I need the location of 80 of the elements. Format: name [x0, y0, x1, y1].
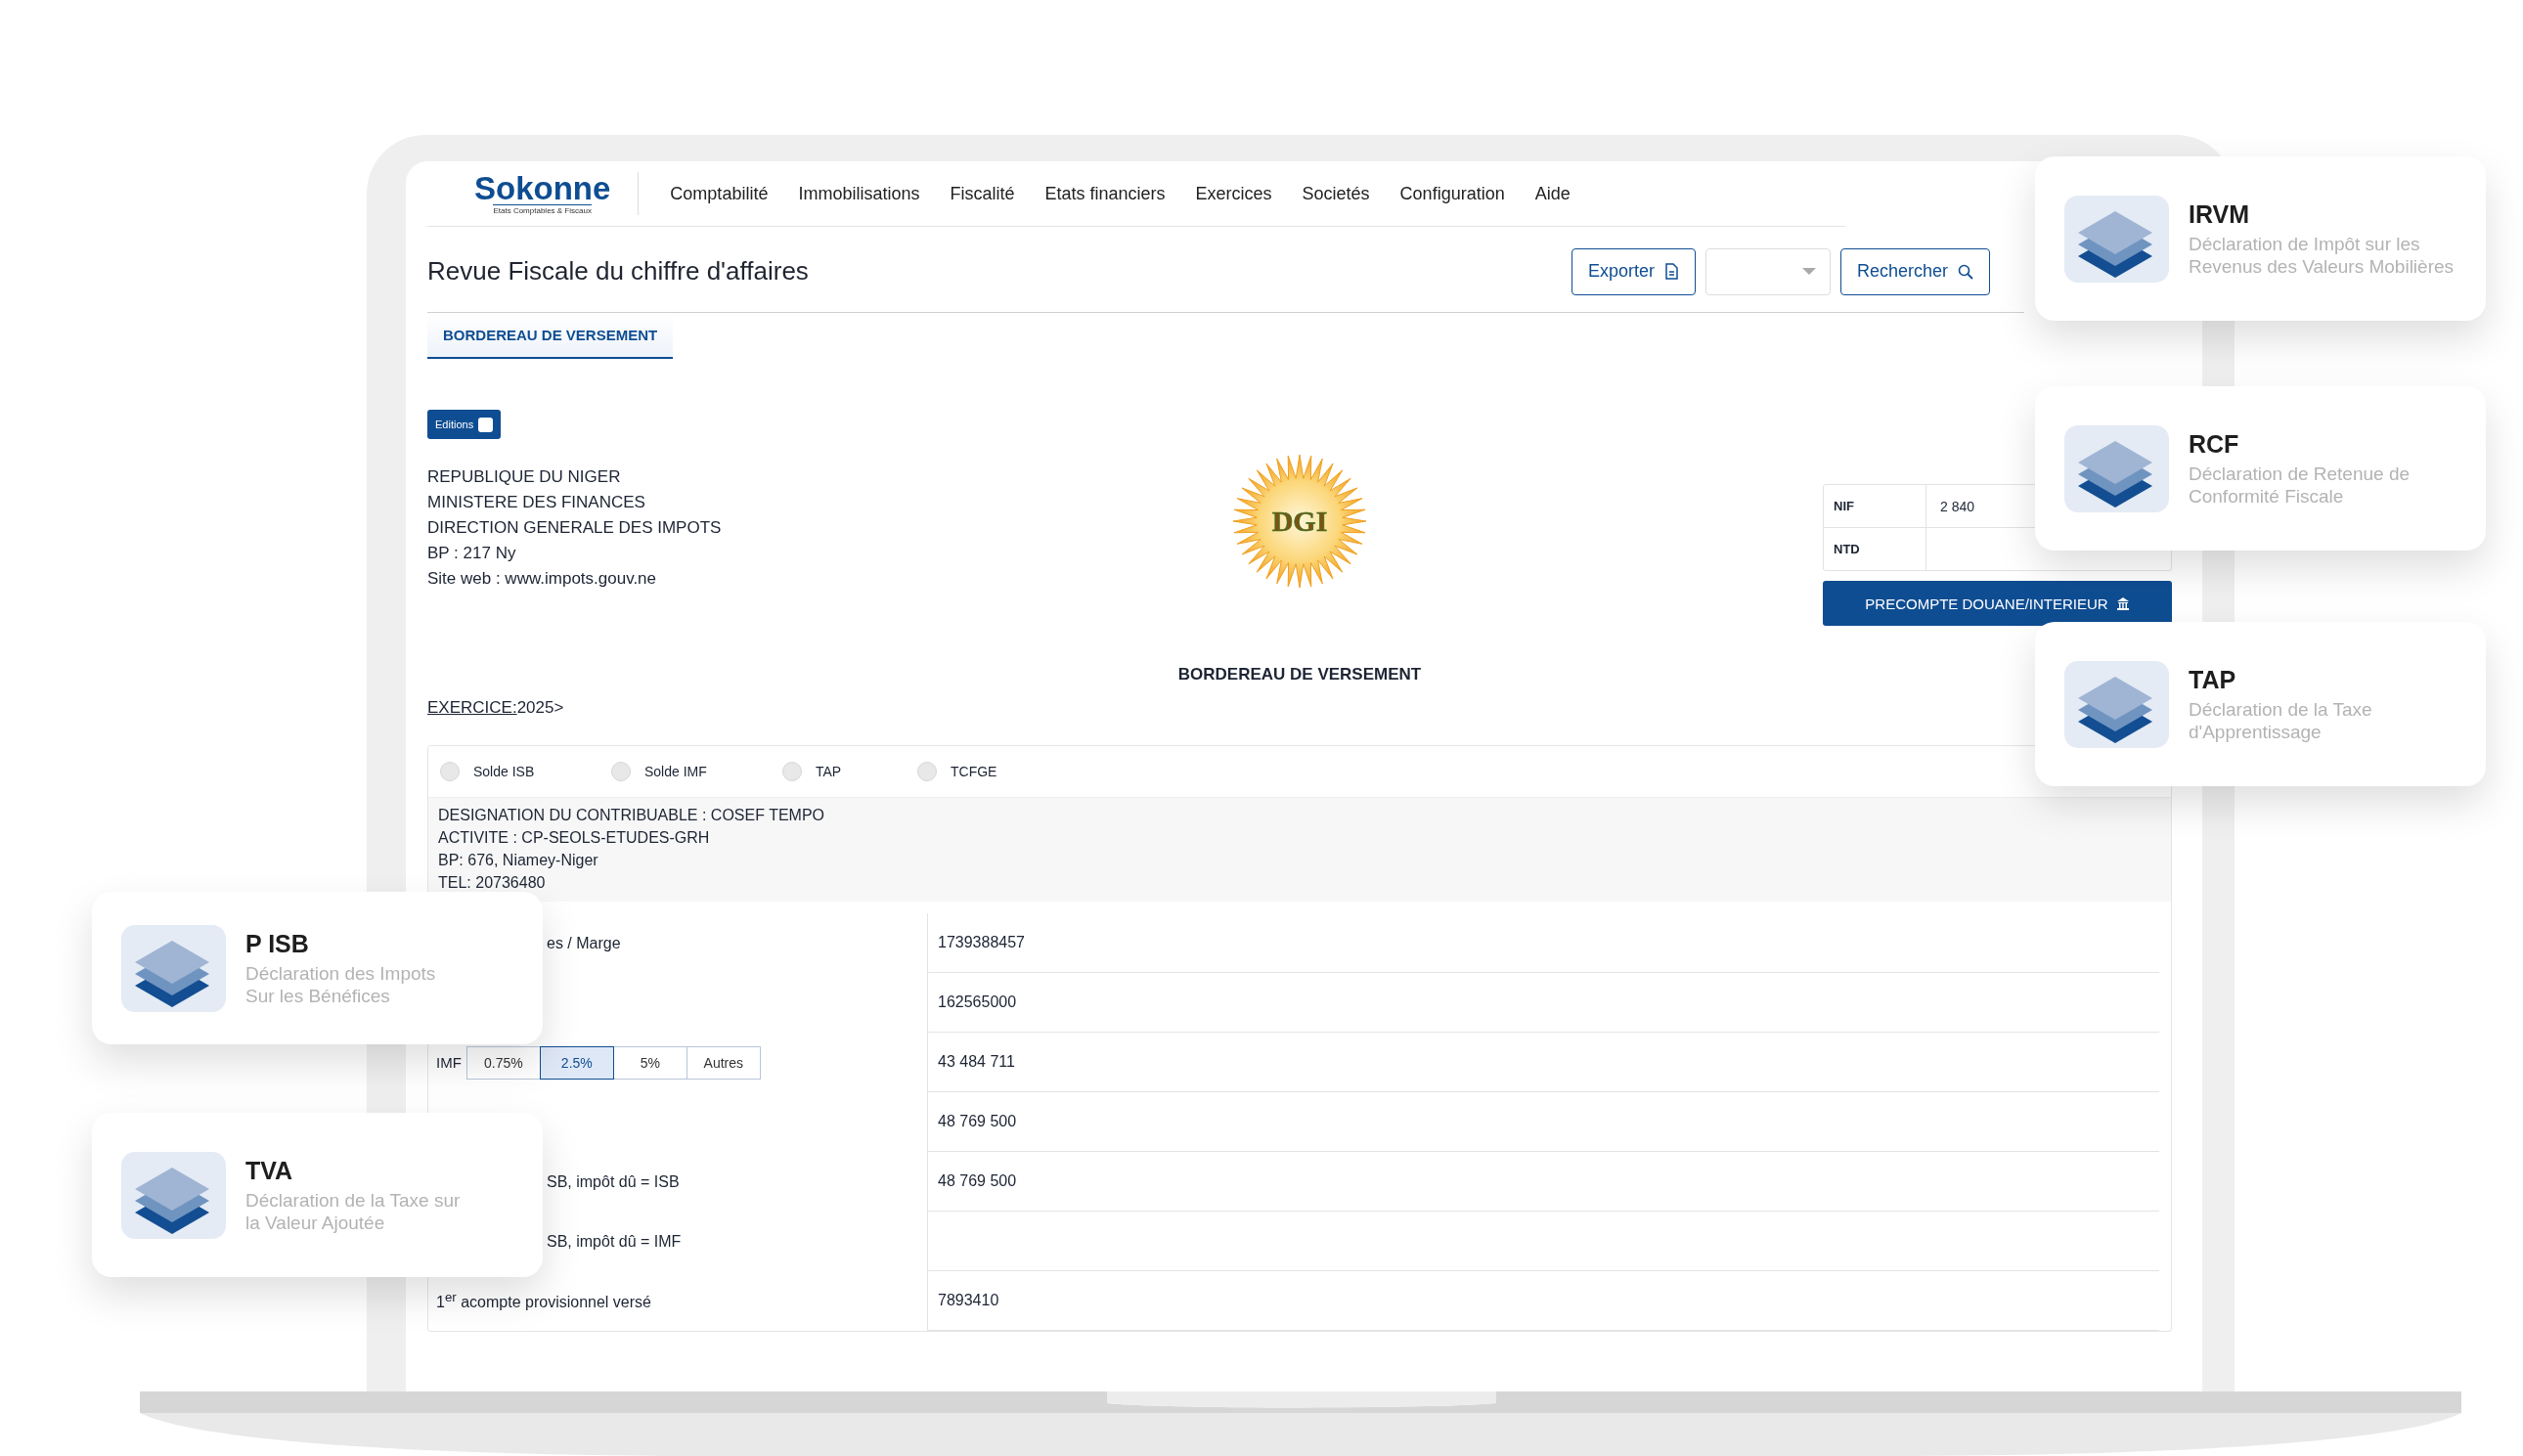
card-description: Déclaration de la Taxe sur la Valeur Ajoutée	[245, 1188, 461, 1234]
field-label: SB, impôt dû = IMF	[547, 1232, 682, 1251]
logo-tagline: Etats Comptables & Fiscaux	[493, 204, 592, 215]
nav-item[interactable]: Configuration	[1399, 183, 1505, 204]
field-label: IMF	[436, 1054, 462, 1071]
card-description: Déclaration de la Taxe d'Apprentissage	[2189, 697, 2372, 743]
caret-icon	[1801, 268, 1816, 275]
card-title: IRVM	[2189, 199, 2251, 229]
card-title: RCF	[2189, 429, 2240, 459]
card-title: TVA	[245, 1156, 294, 1185]
editions-button[interactable]: Editions	[427, 410, 502, 439]
nav-item[interactable]: Aide	[1534, 183, 1571, 204]
field-value: 48 769 500	[938, 1113, 1017, 1130]
info-line: DESIGNATION DU CONTRIBUABLE : COSEF TEMPO	[438, 806, 825, 825]
table-value: 2 840	[1939, 497, 1976, 516]
feature-card[interactable]: TAP Déclaration de la Taxe d'Apprentissage	[2035, 622, 2486, 786]
exercise-value: 2025>	[516, 698, 564, 718]
card-title: P ISB	[245, 929, 310, 958]
section-heading: BORDEREAU DE VERSEMENT	[1176, 665, 1423, 684]
bank-icon	[2115, 596, 2130, 610]
address-line: DIRECTION GENERALE DES IMPOTS	[427, 517, 723, 539]
page-title: Revue Fiscale du chiffre d'affaires	[427, 256, 809, 287]
feature-card[interactable]: IRVM Déclaration de Impôt sur les Revenus des Valeurs Mobilières	[2035, 156, 2486, 321]
option-label[interactable]: TCFGE	[951, 764, 997, 779]
search-button[interactable]: Rechercher	[1839, 247, 1990, 295]
nav-item[interactable]: Fiscalité	[950, 183, 1015, 204]
logo[interactable]: Sokonne	[474, 172, 611, 204]
address-line: BP : 217 Ny	[427, 543, 517, 564]
checkbox[interactable]	[478, 417, 494, 432]
field-label: SB, impôt dû = ISB	[547, 1172, 680, 1191]
nav-item[interactable]: Exercices	[1195, 183, 1272, 204]
exercise-link[interactable]: EXERCICE:	[427, 698, 517, 718]
field-value: 7893410	[938, 1292, 999, 1309]
nav-item[interactable]: Etats financiers	[1044, 183, 1166, 204]
search-icon	[1958, 263, 1973, 280]
export-button[interactable]: Exporter	[1571, 247, 1696, 295]
nav-item[interactable]: Immobilisations	[798, 183, 920, 204]
address-line: MINISTERE DES FINANCES	[427, 492, 646, 513]
dropdown[interactable]	[1704, 247, 1831, 295]
field-label: es / Marge	[547, 934, 621, 952]
radio-button[interactable]	[440, 762, 460, 781]
feature-card[interactable]: P ISB Déclaration des Impots Sur les Bénéfices	[92, 892, 543, 1044]
feature-card[interactable]: RCF Déclaration de Retenue de Conformité Fiscale	[2035, 386, 2486, 551]
precompte-button[interactable]: PRECOMPTE DOUANE/INTERIEUR	[1823, 581, 2172, 626]
address-line: REPUBLIQUE DU NIGER	[427, 466, 622, 488]
document-icon	[1663, 263, 1679, 280]
layers-icon	[121, 924, 226, 1012]
nav-item[interactable]: Comptabilité	[670, 183, 769, 204]
table-label: NIF	[1824, 485, 1926, 527]
field-value: 162565000	[938, 993, 1017, 1011]
info-line: TEL: 20736480	[438, 873, 547, 893]
option-label[interactable]: TAP	[816, 764, 842, 779]
address-line: Site web : www.impots.gouv.ne	[427, 568, 657, 590]
info-line: BP: 676, Niamey-Niger	[438, 851, 599, 870]
table-label: NTD	[1824, 528, 1926, 570]
layers-icon	[2064, 660, 2169, 748]
card-description: Déclaration de Impôt sur les Revenus des Valeurs Mobilières	[2189, 232, 2455, 278]
card-description: Déclaration de Retenue de Conformité Fiscale	[2189, 462, 2411, 507]
rate-button[interactable]: 5%	[612, 1045, 687, 1080]
field-value: 48 769 500	[938, 1172, 1017, 1190]
option-label[interactable]: Solde ISB	[473, 764, 535, 779]
radio-button[interactable]	[917, 762, 937, 781]
field-label: 1$^{er}$ acompte provisionnel versé	[436, 1290, 651, 1312]
nav-item[interactable]: Societés	[1302, 183, 1370, 204]
field-value: 43 484 711	[938, 1053, 1015, 1071]
rate-button[interactable]: 2.5%	[539, 1045, 614, 1080]
rate-button[interactable]: Autres	[686, 1045, 761, 1080]
info-line: ACTIVITE : CP-SEOLS-ETUDES-GRH	[438, 828, 711, 848]
layers-icon	[2064, 424, 2169, 512]
radio-button[interactable]	[611, 762, 631, 781]
feature-card[interactable]: TVA Déclaration de la Taxe sur la Valeur Ajoutée	[92, 1113, 543, 1277]
radio-button[interactable]	[782, 762, 802, 781]
layers-icon	[2064, 195, 2169, 283]
card-title: TAP	[2189, 665, 2237, 694]
rate-button[interactable]: 0.75%	[465, 1045, 541, 1080]
layers-icon	[121, 1151, 226, 1239]
dgi-emblem: DGI	[1231, 453, 1368, 590]
option-label[interactable]: Solde IMF	[644, 764, 707, 779]
field-value: 1739388457	[938, 934, 1025, 951]
card-description: Déclaration des Impots Sur les Bénéfices	[245, 961, 436, 1007]
